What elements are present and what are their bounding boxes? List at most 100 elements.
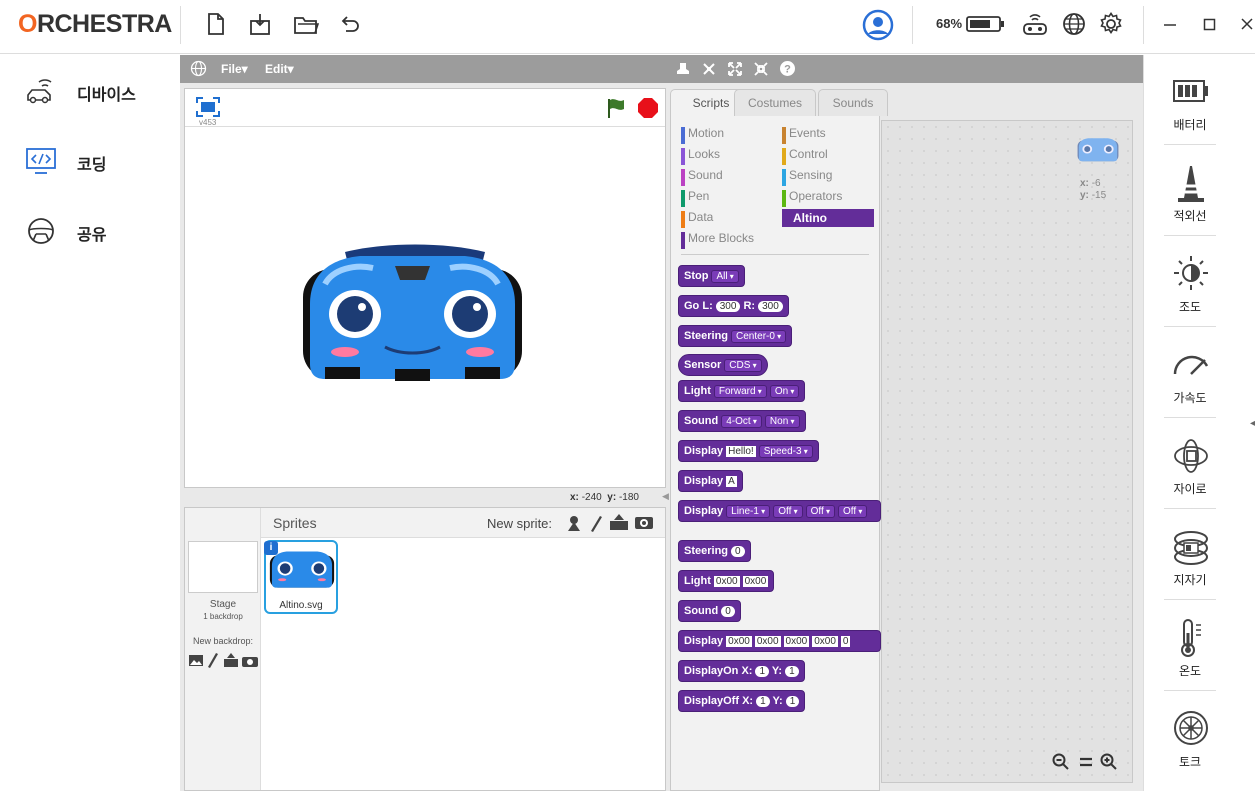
shrink-icon[interactable] xyxy=(753,61,769,82)
block-sound-value[interactable]: Sound 0 xyxy=(678,600,741,622)
current-sprite-thumbnail xyxy=(1077,138,1119,162)
block-light-value[interactable]: Light 0x00 0x00 xyxy=(678,570,775,592)
category-altino[interactable]: Altino xyxy=(782,209,874,227)
sidebar-item-label: 디바이스 xyxy=(77,87,136,104)
close-icon[interactable] xyxy=(1240,12,1254,38)
open-folder-icon[interactable] xyxy=(293,12,320,38)
sensor-item-torque[interactable]: 토크 xyxy=(1144,692,1236,780)
block-displayon[interactable]: DisplayOn X: 1 Y: 1 xyxy=(678,660,805,682)
stage-thumbnail[interactable] xyxy=(188,541,258,593)
tab-costumes[interactable]: Costumes xyxy=(734,89,816,116)
new-sprite-label: New sprite: xyxy=(487,516,553,531)
minimize-icon[interactable] xyxy=(1162,12,1186,38)
sidebar-item-share[interactable]: 공유 xyxy=(25,213,175,249)
category-looks[interactable]: Looks xyxy=(681,147,773,165)
robot-car-icon[interactable] xyxy=(1022,12,1047,38)
sensor-item-acceleration[interactable]: 가속도 xyxy=(1144,328,1236,416)
category-data[interactable]: Data xyxy=(681,210,773,228)
sprite-y-position: y: -15 xyxy=(1080,190,1107,201)
sensor-item-infrared[interactable]: 적외선 xyxy=(1144,146,1236,234)
divider xyxy=(1164,417,1216,418)
language-globe-icon[interactable] xyxy=(190,60,207,82)
thermometer-icon xyxy=(1181,619,1201,657)
upload-icon xyxy=(224,653,238,667)
category-motion[interactable]: Motion xyxy=(681,126,773,144)
stage[interactable]: v453 xyxy=(184,88,666,488)
sensor-label: 적외선 xyxy=(1173,209,1207,223)
compass-ring-icon xyxy=(1174,531,1208,565)
block-display-hex[interactable]: Display 0x00 0x00 0x00 0x00 0 xyxy=(678,630,881,652)
category-operators[interactable]: Operators xyxy=(782,189,874,207)
scripts-area[interactable]: x: -6 y: -15 xyxy=(881,120,1133,783)
stop-sign-icon[interactable] xyxy=(637,97,659,124)
block-sound[interactable]: Sound4-OctNon xyxy=(678,410,806,432)
new-file-icon[interactable] xyxy=(205,12,229,38)
sidebar-item-coding[interactable]: 코딩 xyxy=(25,143,175,179)
cut-scissors-icon[interactable] xyxy=(701,61,717,82)
pencil-icon xyxy=(208,653,218,668)
sensor-item-gyro[interactable]: 자이로 xyxy=(1144,419,1236,507)
settings-gear-icon[interactable] xyxy=(1099,12,1123,38)
save-download-icon[interactable] xyxy=(248,12,272,38)
block-display-line[interactable]: DisplayLine-1OffOffOff xyxy=(678,500,881,522)
cone-icon xyxy=(1178,166,1204,202)
speedometer-icon xyxy=(1173,355,1209,375)
block-palette: Motion Looks Sound Pen Data More Blocks … xyxy=(670,116,881,791)
user-avatar-icon[interactable] xyxy=(862,9,894,41)
stage-header: v453 xyxy=(185,89,665,127)
tab-sounds[interactable]: Sounds xyxy=(818,89,888,116)
zoom-in-icon[interactable] xyxy=(1100,753,1118,776)
green-flag-icon[interactable] xyxy=(605,97,627,124)
new-sprite-library-icon[interactable] xyxy=(565,514,583,537)
sensor-item-illuminance[interactable]: 조도 xyxy=(1144,237,1236,325)
duplicate-stamp-icon[interactable] xyxy=(675,61,691,82)
sensor-item-geomagnetic[interactable]: 지자기 xyxy=(1144,510,1236,598)
divider xyxy=(1164,690,1216,691)
collapse-stage-arrow-icon[interactable]: ◀ xyxy=(662,491,670,503)
block-sensor-reporter[interactable]: Sensor CDS xyxy=(678,354,768,376)
upload-sprite-icon[interactable] xyxy=(609,513,629,536)
palette-divider xyxy=(681,254,869,255)
zoom-out-icon[interactable] xyxy=(1052,753,1070,776)
category-events[interactable]: Events xyxy=(782,126,874,144)
block-display-char[interactable]: Display A xyxy=(678,470,743,492)
sensor-label: 지자기 xyxy=(1173,573,1207,587)
block-steering[interactable]: Steering Center-0 xyxy=(678,325,793,347)
altino-car-sprite[interactable] xyxy=(300,244,525,399)
globe-icon[interactable] xyxy=(1062,12,1086,38)
block-light[interactable]: LightForwardOn xyxy=(678,380,806,402)
camera-icon xyxy=(242,657,258,667)
steering-wheel-icon xyxy=(28,218,54,244)
sprite-tile-altino[interactable]: i Altino.svg xyxy=(264,540,338,614)
sidebar-item-devices[interactable]: 디바이스 xyxy=(25,73,175,109)
zoom-reset-icon[interactable] xyxy=(1077,753,1095,776)
paint-new-sprite-icon[interactable] xyxy=(589,514,605,537)
sensor-item-temperature[interactable]: 온도 xyxy=(1144,601,1236,689)
block-display-text[interactable]: Display Hello! Speed-3 xyxy=(678,440,819,462)
help-icon[interactable]: ? xyxy=(779,60,796,82)
camera-sprite-icon[interactable] xyxy=(634,514,654,535)
left-sidebar: 디바이스 코딩 공유 xyxy=(0,55,180,791)
block-displayoff[interactable]: DisplayOff X: 1 Y: 1 xyxy=(678,690,806,712)
sun-icon xyxy=(1174,256,1208,290)
file-menu[interactable]: File▾ xyxy=(221,62,248,76)
category-sensing[interactable]: Sensing xyxy=(782,168,874,186)
category-more-blocks[interactable]: More Blocks xyxy=(681,231,773,249)
block-go[interactable]: Go L: 300 R: 300 xyxy=(678,295,789,317)
grow-icon[interactable] xyxy=(727,61,743,82)
sensor-panel: 배터리 적외선 조도 가속도 자이로 지자기 온도 토크 xyxy=(1143,55,1255,791)
car-signal-icon xyxy=(27,79,52,104)
block-steering-value[interactable]: Steering 0 xyxy=(678,540,751,562)
block-stop[interactable]: Stop All xyxy=(678,265,745,287)
sensor-item-battery[interactable]: 배터리 xyxy=(1144,55,1236,143)
panel-collapse-arrow-icon[interactable]: ◂ xyxy=(1250,418,1255,429)
stage-label: Stage xyxy=(209,599,237,610)
edit-menu[interactable]: Edit▾ xyxy=(265,62,294,76)
undo-icon[interactable] xyxy=(338,12,362,38)
category-control[interactable]: Control xyxy=(782,147,874,165)
altino-thumbnail xyxy=(269,551,335,588)
category-sound[interactable]: Sound xyxy=(681,168,773,186)
sensor-label: 가속도 xyxy=(1173,391,1207,405)
maximize-icon[interactable] xyxy=(1202,12,1226,38)
category-pen[interactable]: Pen xyxy=(681,189,773,207)
